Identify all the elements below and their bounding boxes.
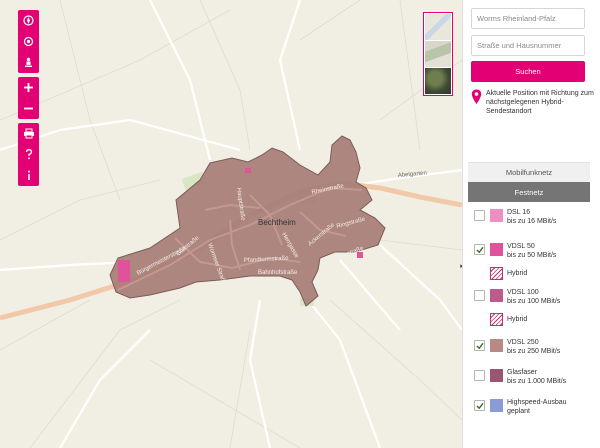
vdsl50-spot [118, 260, 130, 282]
svg-text:Abelgarten: Abelgarten [398, 170, 427, 179]
basemap-thumbnail-map[interactable] [425, 14, 451, 40]
basemap-thumbnail-satellite[interactable] [425, 68, 451, 94]
legend-swatch [490, 289, 503, 302]
legend-checkbox[interactable] [474, 340, 485, 351]
legend-checkbox[interactable] [474, 370, 485, 381]
legend-subtitle: bis zu 250 MBit/s [507, 348, 561, 355]
legend-title: DSL 16 [507, 209, 531, 216]
legend-item-highspeed: Highspeed-Ausbau geplant [472, 396, 596, 420]
legend-title: VDSL 50 [507, 243, 535, 250]
map-canvas[interactable]: Bechtheim Rheinstraße Hauptstraße Pfandt… [0, 0, 462, 448]
legend-item-vdsl250: VDSL 250 bis zu 250 MBit/s [472, 336, 596, 360]
street-input[interactable]: Straße und Hausnummer [471, 35, 585, 56]
locate-icon[interactable] [18, 31, 39, 52]
basemap-thumbnail-terrain[interactable] [425, 41, 451, 67]
legend-hatch-swatch [490, 267, 503, 280]
legend-swatch [490, 369, 503, 382]
tab-fixed-network[interactable]: Festnetz [468, 182, 590, 202]
legend-title: VDSL 100 [507, 289, 539, 296]
zoom-group [18, 77, 39, 119]
info-icon[interactable] [18, 165, 39, 186]
utility-group [18, 123, 39, 186]
map-pin-icon [471, 89, 483, 116]
svg-text:Bahnhofstraße: Bahnhofstraße [258, 270, 298, 276]
legend-item-dsl16: DSL 16 bis zu 16 MBit/s [472, 206, 596, 230]
legend-subtitle: bis zu 50 MBit/s [507, 252, 557, 259]
basemap-switcher [423, 12, 453, 96]
search-button[interactable]: Suchen [471, 61, 585, 82]
tab-mobile-network[interactable]: Mobilfunknetz [468, 162, 590, 182]
legend-title: Glasfaser [507, 369, 537, 376]
legend-swatch [490, 399, 503, 412]
legend-checkbox[interactable] [474, 290, 485, 301]
legend-hatch-swatch [490, 313, 503, 326]
town-label: Bechtheim [258, 218, 296, 227]
legend-item-glasfaser: Glasfaser bis zu 1.000 MBit/s [472, 366, 596, 390]
legend-subtitle: bis zu 16 MBit/s [507, 218, 557, 225]
coverage-area [109, 135, 386, 307]
zoom-out-icon[interactable] [18, 98, 39, 119]
legend-hybrid-label: Hybrid [507, 316, 528, 323]
legend-hybrid-label: Hybrid [507, 270, 528, 277]
legend-checkbox[interactable] [474, 210, 485, 221]
locate-position-link[interactable]: Aktuelle Position mit Richtung zum nächs… [471, 89, 596, 116]
legend-title: Highspeed-Ausbau [507, 399, 567, 406]
zoom-in-icon[interactable] [18, 77, 39, 98]
help-icon[interactable] [18, 144, 39, 165]
map-base-layer: Bechtheim Rheinstraße Hauptstraße Pfandt… [0, 0, 462, 448]
legend-item-vdsl100: VDSL 100 bis zu 100 MBit/s [472, 286, 596, 310]
navigation-group [18, 10, 39, 73]
legend-checkbox[interactable] [474, 400, 485, 411]
legend-item-vdsl50: VDSL 50 bis zu 50 MBit/s [472, 240, 596, 264]
legend-subtitle: geplant [507, 408, 530, 415]
legend-swatch [490, 209, 503, 222]
side-panel: Worms Rheinland-Pfalz Straße und Hausnum… [462, 0, 600, 448]
legend-list: DSL 16 bis zu 16 MBit/s VDSL 50 bis zu 50 … [472, 206, 596, 420]
compass-icon[interactable] [18, 10, 39, 31]
legend-checkbox[interactable] [474, 244, 485, 255]
legend-swatch [490, 243, 503, 256]
legend-swatch [490, 339, 503, 352]
person-icon[interactable] [18, 52, 39, 73]
legend-subtitle: bis zu 1.000 MBit/s [507, 378, 567, 385]
location-input[interactable]: Worms Rheinland-Pfalz [471, 8, 585, 29]
legend-title: VDSL 250 [507, 339, 539, 346]
map-toolbar [18, 10, 39, 190]
print-icon[interactable] [18, 123, 39, 144]
legend-item-vdsl50-hybrid: Hybrid [472, 264, 596, 284]
locate-position-text: Aktuelle Position mit Richtung zum nächs… [486, 90, 594, 115]
legend-subtitle: bis zu 100 MBit/s [507, 298, 561, 305]
legend-item-vdsl100-hybrid: Hybrid [472, 310, 596, 330]
